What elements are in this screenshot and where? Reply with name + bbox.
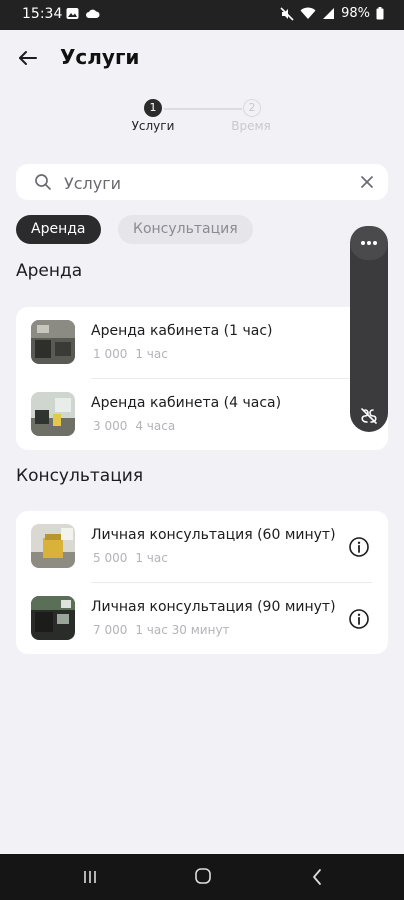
status-time: 15:34	[22, 6, 63, 22]
list-item[interactable]: Личная консультация (60 минут) 5 000 1 ча…	[16, 511, 388, 582]
search-input[interactable]	[62, 170, 356, 196]
service-title: Личная консультация (60 минут)	[91, 527, 336, 543]
info-icon[interactable]	[348, 608, 370, 630]
more-options-icon[interactable]	[350, 226, 388, 260]
service-price: 3 000	[93, 419, 128, 433]
section-title-arenda: Аренда	[16, 261, 83, 281]
list-item[interactable]: Личная консультация (90 минут) 7 000 1 ча…	[16, 583, 388, 654]
service-thumbnail	[31, 524, 75, 568]
service-duration: 1 час	[135, 551, 168, 565]
app-header: Услуги	[0, 30, 404, 86]
step-2-label: Время	[231, 119, 271, 133]
battery-icon	[376, 7, 384, 20]
search-icon	[35, 174, 51, 190]
stepper: 1 2 Услуги Время	[0, 96, 404, 140]
services-card-konsultatsiya: Личная консультация (60 минут) 5 000 1 ча…	[16, 511, 388, 654]
service-price: 5 000	[93, 551, 128, 565]
mute-icon	[280, 6, 294, 21]
service-duration: 4 часа	[135, 419, 176, 433]
back-arrow-icon[interactable]	[14, 44, 42, 72]
service-duration: 1 час 30 минут	[135, 623, 230, 637]
service-price: 7 000	[93, 623, 128, 637]
system-nav-bar	[0, 854, 404, 900]
status-bar: 15:34 98%	[0, 0, 404, 30]
service-meta: 1 000 1 час	[93, 347, 168, 361]
info-icon[interactable]	[348, 536, 370, 558]
step-1-indicator: 1	[144, 99, 162, 117]
service-thumbnail	[31, 596, 75, 640]
list-item[interactable]: Аренда кабинета (4 часа) 3 000 4 часа	[16, 379, 388, 450]
service-thumbnail	[31, 392, 75, 436]
page-title: Услуги	[60, 45, 140, 69]
service-duration: 1 час	[135, 347, 168, 361]
step-1-label: Услуги	[131, 119, 175, 133]
battery-percent: 98%	[341, 6, 370, 21]
cloud-icon	[86, 9, 100, 18]
recents-icon[interactable]	[82, 870, 98, 884]
list-item[interactable]: Аренда кабинета (1 час) 1 000 1 час	[16, 307, 388, 378]
search-bar	[16, 164, 388, 200]
chip-konsultatsiya[interactable]: Консультация	[118, 215, 253, 244]
home-icon[interactable]	[195, 868, 211, 884]
service-title: Личная консультация (90 минут)	[91, 599, 336, 615]
section-title-konsultatsiya: Консультация	[16, 466, 144, 486]
accessibility-tool-icon[interactable]	[359, 406, 379, 426]
step-2-indicator: 2	[243, 99, 261, 117]
service-meta: 5 000 1 час	[93, 551, 168, 565]
chip-arenda[interactable]: Аренда	[16, 215, 101, 244]
wifi-icon	[300, 7, 316, 19]
service-price: 1 000	[93, 347, 128, 361]
service-meta: 3 000 4 часа	[93, 419, 175, 433]
services-card-arenda: Аренда кабинета (1 час) 1 000 1 час Аренд…	[16, 307, 388, 450]
photo-icon	[66, 8, 79, 19]
service-meta: 7 000 1 час 30 минут	[93, 623, 230, 637]
clear-icon[interactable]	[358, 173, 376, 191]
service-title: Аренда кабинета (1 час)	[91, 323, 273, 339]
signal-icon	[323, 8, 335, 19]
service-thumbnail	[31, 320, 75, 364]
floating-tool-panel[interactable]	[350, 226, 388, 432]
nav-back-icon[interactable]	[310, 868, 324, 886]
service-title: Аренда кабинета (4 часа)	[91, 395, 282, 411]
stepper-line	[164, 108, 242, 110]
